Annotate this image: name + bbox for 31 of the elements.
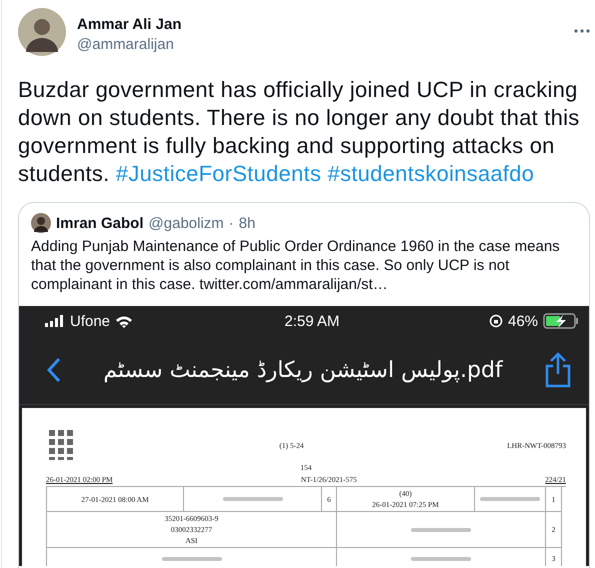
author-handle[interactable]: @gabolizm [148, 214, 224, 232]
blurred-text-drawing [411, 556, 471, 562]
author-name[interactable]: Ammar Ali Jan [77, 16, 563, 33]
author-name[interactable]: Imran Gabol [56, 214, 144, 232]
document-title: پولیس اسٹیشن ریکارڈ مینجمنٹ سسٹم.pdf [102, 358, 504, 382]
carrier-name: Ufone [70, 312, 110, 330]
avatar-icon [31, 213, 51, 233]
wifi-icon [115, 314, 134, 328]
quoted-tweet-card[interactable] [18, 202, 590, 568]
separator-dot: · [228, 214, 234, 232]
blurred-text-drawing [162, 556, 222, 562]
blurred-text-drawing [222, 496, 282, 502]
battery-percentage: 46% [508, 312, 538, 330]
author-handle[interactable]: @ammaralijan [77, 36, 563, 53]
hashtag-link[interactable]: #studentskoinsaafdo [328, 161, 534, 186]
orientation-lock-icon [488, 314, 503, 328]
more-options-icon[interactable] [574, 29, 590, 33]
hashtag-link[interactable]: #JusticeForStudents [116, 161, 322, 186]
blurred-text-drawing [411, 526, 471, 532]
status-time: 2:59 AM [284, 312, 340, 330]
blurred-text-drawing [480, 496, 540, 502]
battery-charging-icon [543, 313, 580, 329]
avatar-icon [18, 8, 66, 56]
tweet-link[interactable]: twitter.com/ammaralijan/st… [199, 276, 388, 293]
back-chevron-icon[interactable] [47, 357, 61, 383]
tweet-text: Buzdar government has officially joined UCP in cracking down on students. There is no longer any doubt that this government is fully backing and supporting attacks on students. #JusticeForStudents #studentskoinsaafdo [18, 76, 581, 188]
tweet-time[interactable]: 8h [238, 214, 256, 232]
signal-bars-icon [45, 315, 65, 327]
qr-code-drawing [46, 430, 76, 460]
share-icon[interactable] [545, 352, 571, 388]
quoted-tweet-text: Adding Punjab Maintenance of Public Order Ordinance 1960 in the case means that the government is also complainant in this case. So only UCP is not complainant in this case. twitter.com/ammaralijan/st… [30, 237, 561, 295]
